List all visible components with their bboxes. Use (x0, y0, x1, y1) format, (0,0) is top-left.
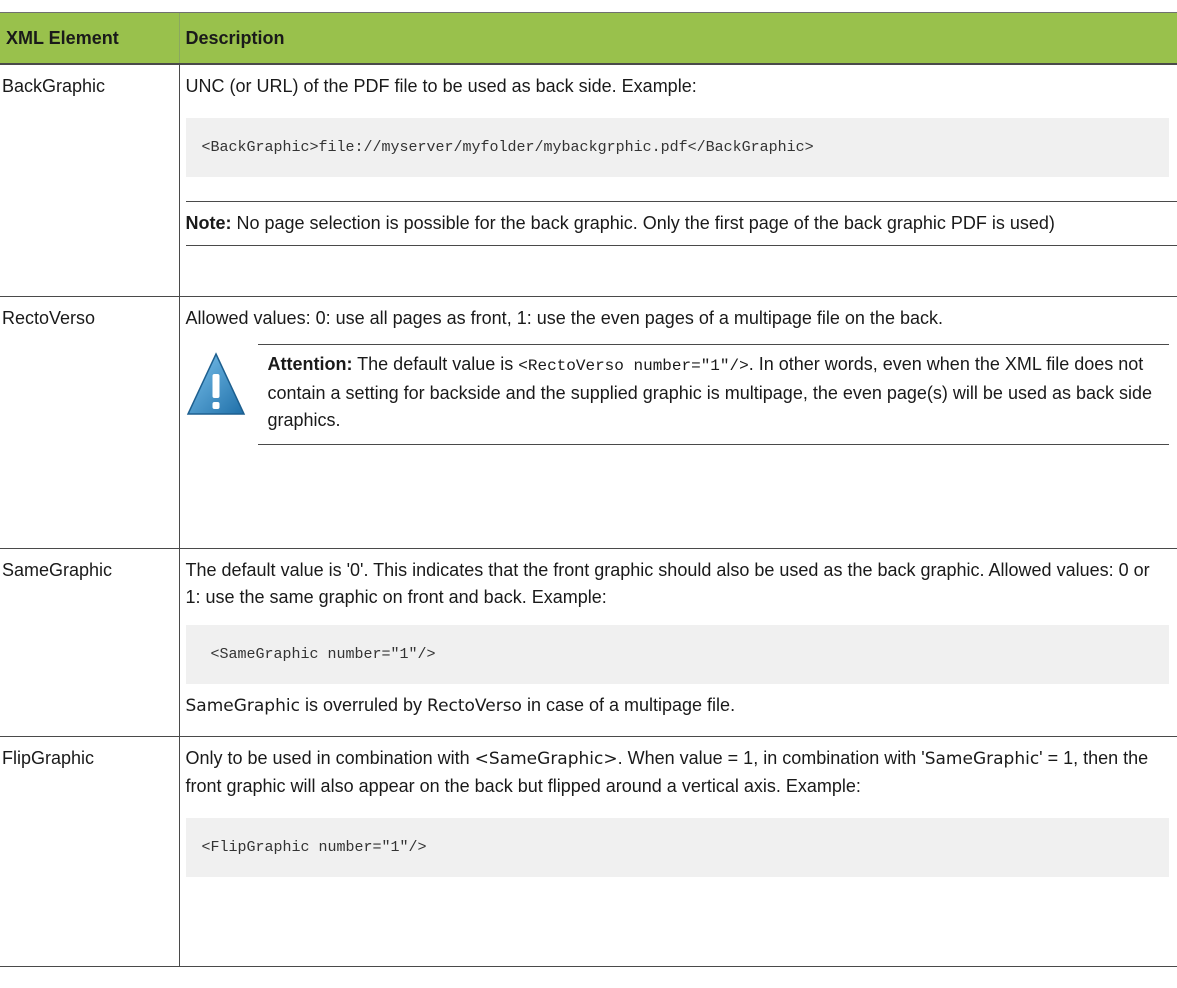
inline-text: in case of a multipage file. (522, 695, 735, 715)
description-footer: SameGraphic is overruled by RectoVerso i… (186, 692, 1170, 720)
inline-element-name: SameGraphic (925, 749, 1039, 769)
code-example: <FlipGraphic number="1"/> (186, 818, 1170, 877)
description-text: Allowed values: 0: use all pages as fron… (186, 305, 1170, 332)
inline-element-name: RectoVerso (427, 696, 522, 716)
xml-element-table: XML Element Description BackGraphic UNC … (0, 12, 1177, 967)
description-text: UNC (or URL) of the PDF file to be used … (186, 73, 1170, 100)
description-text: Only to be used in combination with <Sam… (186, 745, 1170, 800)
element-name: SameGraphic (0, 548, 179, 736)
description-text: The default value is '0'. This indicates… (186, 557, 1170, 611)
table-row: FlipGraphic Only to be used in combinati… (0, 736, 1177, 966)
element-name: FlipGraphic (0, 736, 179, 966)
code-example: <SameGraphic number="1"/> (186, 625, 1170, 684)
attention-text: The default value is (352, 354, 518, 374)
note-label: Note: (186, 213, 232, 233)
column-header-description: Description (179, 13, 1177, 65)
attention-block: Attention: The default value is <RectoVe… (186, 344, 1170, 445)
inline-element-name: SameGraphic (186, 696, 300, 716)
attention-label: Attention: (268, 354, 353, 374)
code-example: <BackGraphic>file://myserver/myfolder/my… (186, 118, 1170, 177)
table-row: RectoVerso Allowed values: 0: use all pa… (0, 296, 1177, 548)
inline-text: is overruled by (300, 695, 427, 715)
table-row: BackGraphic UNC (or URL) of the PDF file… (0, 64, 1177, 296)
note-text: No page selection is possible for the ba… (232, 213, 1055, 233)
attention-code: <RectoVerso number="1"/> (518, 357, 748, 375)
column-header-xml-element: XML Element (0, 13, 179, 65)
table-header-row: XML Element Description (0, 13, 1177, 65)
inline-element-name: <SameGraphic> (475, 749, 618, 769)
element-name: BackGraphic (0, 64, 179, 296)
table-row: SameGraphic The default value is '0'. Th… (0, 548, 1177, 736)
element-name: RectoVerso (0, 296, 179, 548)
note-block: Note: No page selection is possible for … (186, 201, 1177, 246)
warning-icon (186, 344, 258, 424)
